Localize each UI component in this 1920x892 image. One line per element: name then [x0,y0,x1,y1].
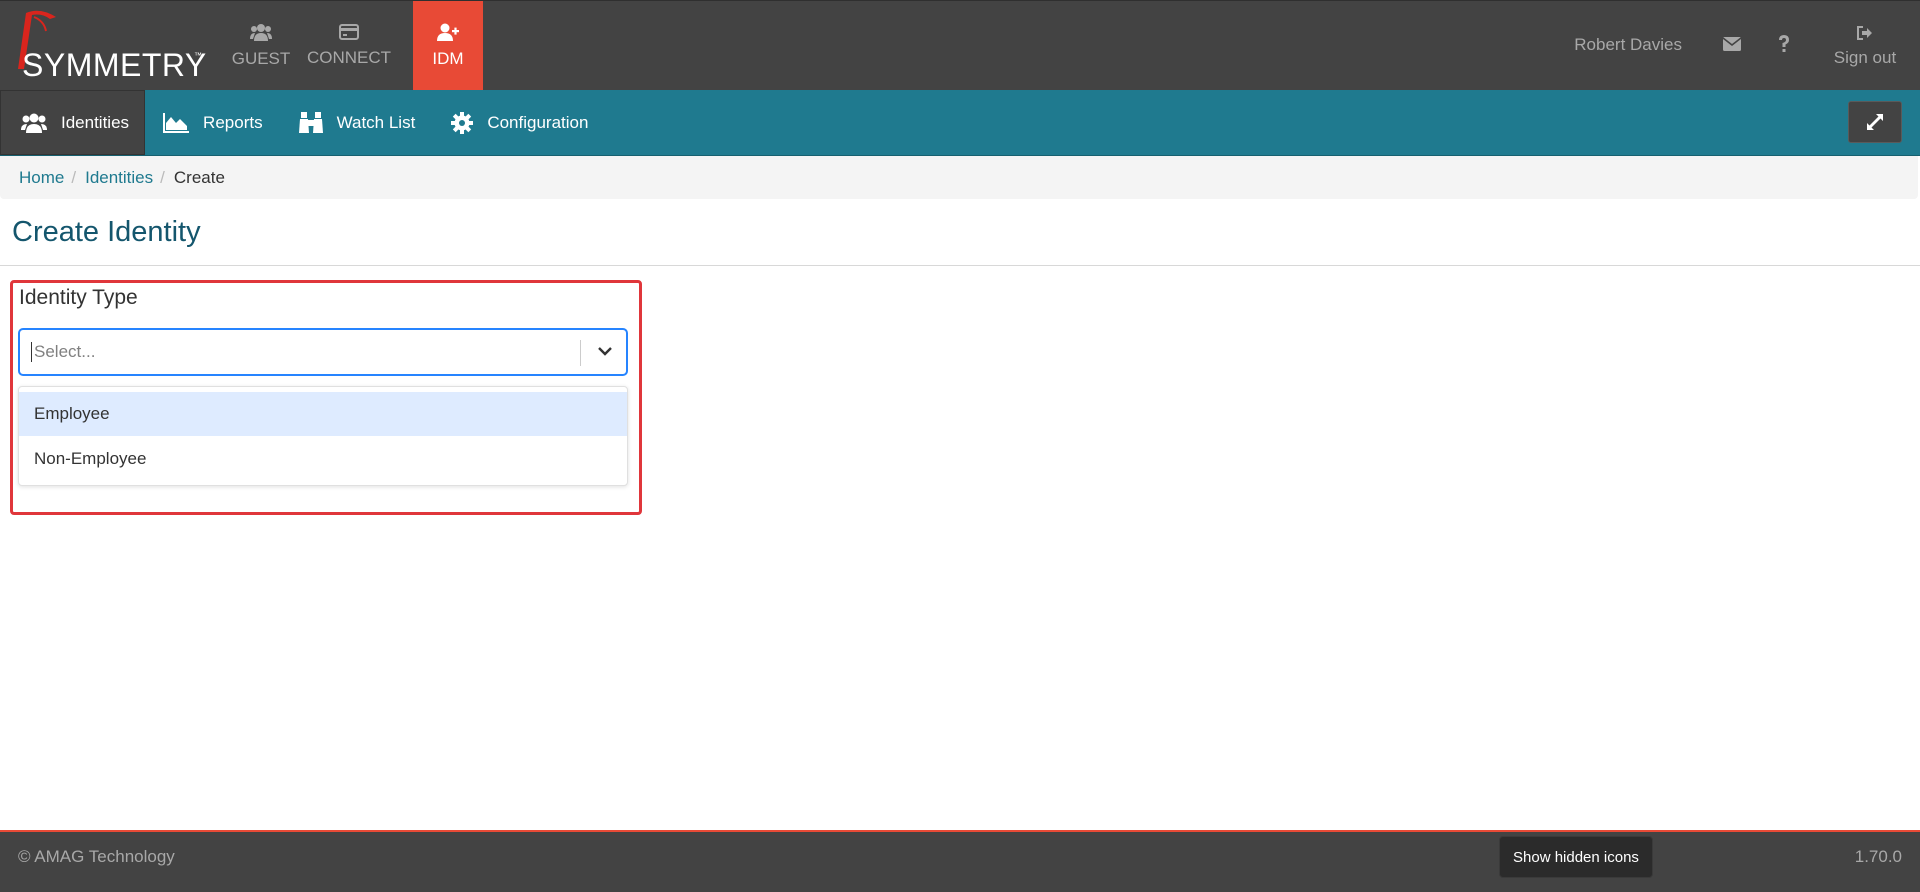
user-plus-icon [437,23,459,41]
app-idm-label: IDM [432,48,464,68]
envelope-icon[interactable] [1706,36,1758,51]
sign-out-label: Sign out [1833,47,1897,67]
nav-identities[interactable]: Identities [0,90,146,155]
nav-reports[interactable]: Reports [145,90,281,155]
breadcrumb: Home / Identities / Create [0,156,1918,199]
users-icon [250,23,272,41]
app-idm[interactable]: IDM [413,1,483,90]
app-switcher: GUEST CONNECT IDM [217,1,483,90]
nav-reports-label: Reports [203,112,263,132]
page-title: Create Identity [12,216,201,248]
app-guest[interactable]: GUEST [217,1,305,90]
gear-icon [451,111,474,134]
area-chart-icon [163,112,190,133]
text-cursor [31,342,32,362]
breadcrumb-home[interactable]: Home [19,168,64,188]
top-header: SYMMETRY ™ GUEST CONNECT IDM Robert Davi… [0,0,1920,92]
identity-type-menu: Employee Non-Employee [18,386,628,486]
copyright-text: © AMAG Technology [18,847,175,866]
symmetry-logo[interactable]: SYMMETRY ™ [4,7,207,85]
option-non-employee[interactable]: Non-Employee [19,437,627,481]
card-icon [339,23,359,40]
logo-text: SYMMETRY [22,47,207,83]
select-divider [580,340,581,366]
users-icon [21,113,47,133]
nav-watch-list[interactable]: Watch List [281,90,434,155]
sign-out-button[interactable]: Sign out [1810,25,1920,68]
identity-type-label: Identity Type [19,286,138,309]
breadcrumb-separator: / [160,167,165,187]
version-text: 1.70.0 [1854,847,1902,866]
breadcrumb-identities[interactable]: Identities [85,168,153,188]
chevron-down-icon[interactable] [597,345,613,357]
logo-trademark: ™ [194,51,202,60]
title-divider [0,265,1920,266]
select-placeholder: Select... [34,342,96,361]
user-area: Robert Davies Sign out [1574,1,1920,90]
binoculars-icon [298,111,323,133]
show-hidden-icons-tooltip: Show hidden icons [1499,836,1653,878]
sign-out-icon [1857,25,1872,40]
expand-icon [1867,114,1883,130]
fullscreen-button[interactable] [1848,101,1902,143]
breadcrumb-current: Create [173,167,225,187]
nav-identities-label: Identities [61,112,130,132]
nav-configuration-label: Configuration [487,112,589,132]
nav-watch-list-label: Watch List [336,112,416,132]
app-connect-label: CONNECT [306,47,392,67]
app-guest-label: GUEST [231,48,291,68]
module-nav: Identities Reports Watch List Configurat… [0,90,1920,156]
user-name[interactable]: Robert Davies [1574,35,1682,55]
identity-type-select[interactable]: Select... [18,328,628,376]
app-connect[interactable]: CONNECT [305,1,393,90]
nav-configuration[interactable]: Configuration [433,90,606,155]
breadcrumb-separator: / [71,167,77,187]
help-icon[interactable] [1758,34,1810,53]
option-employee[interactable]: Employee [19,392,627,436]
